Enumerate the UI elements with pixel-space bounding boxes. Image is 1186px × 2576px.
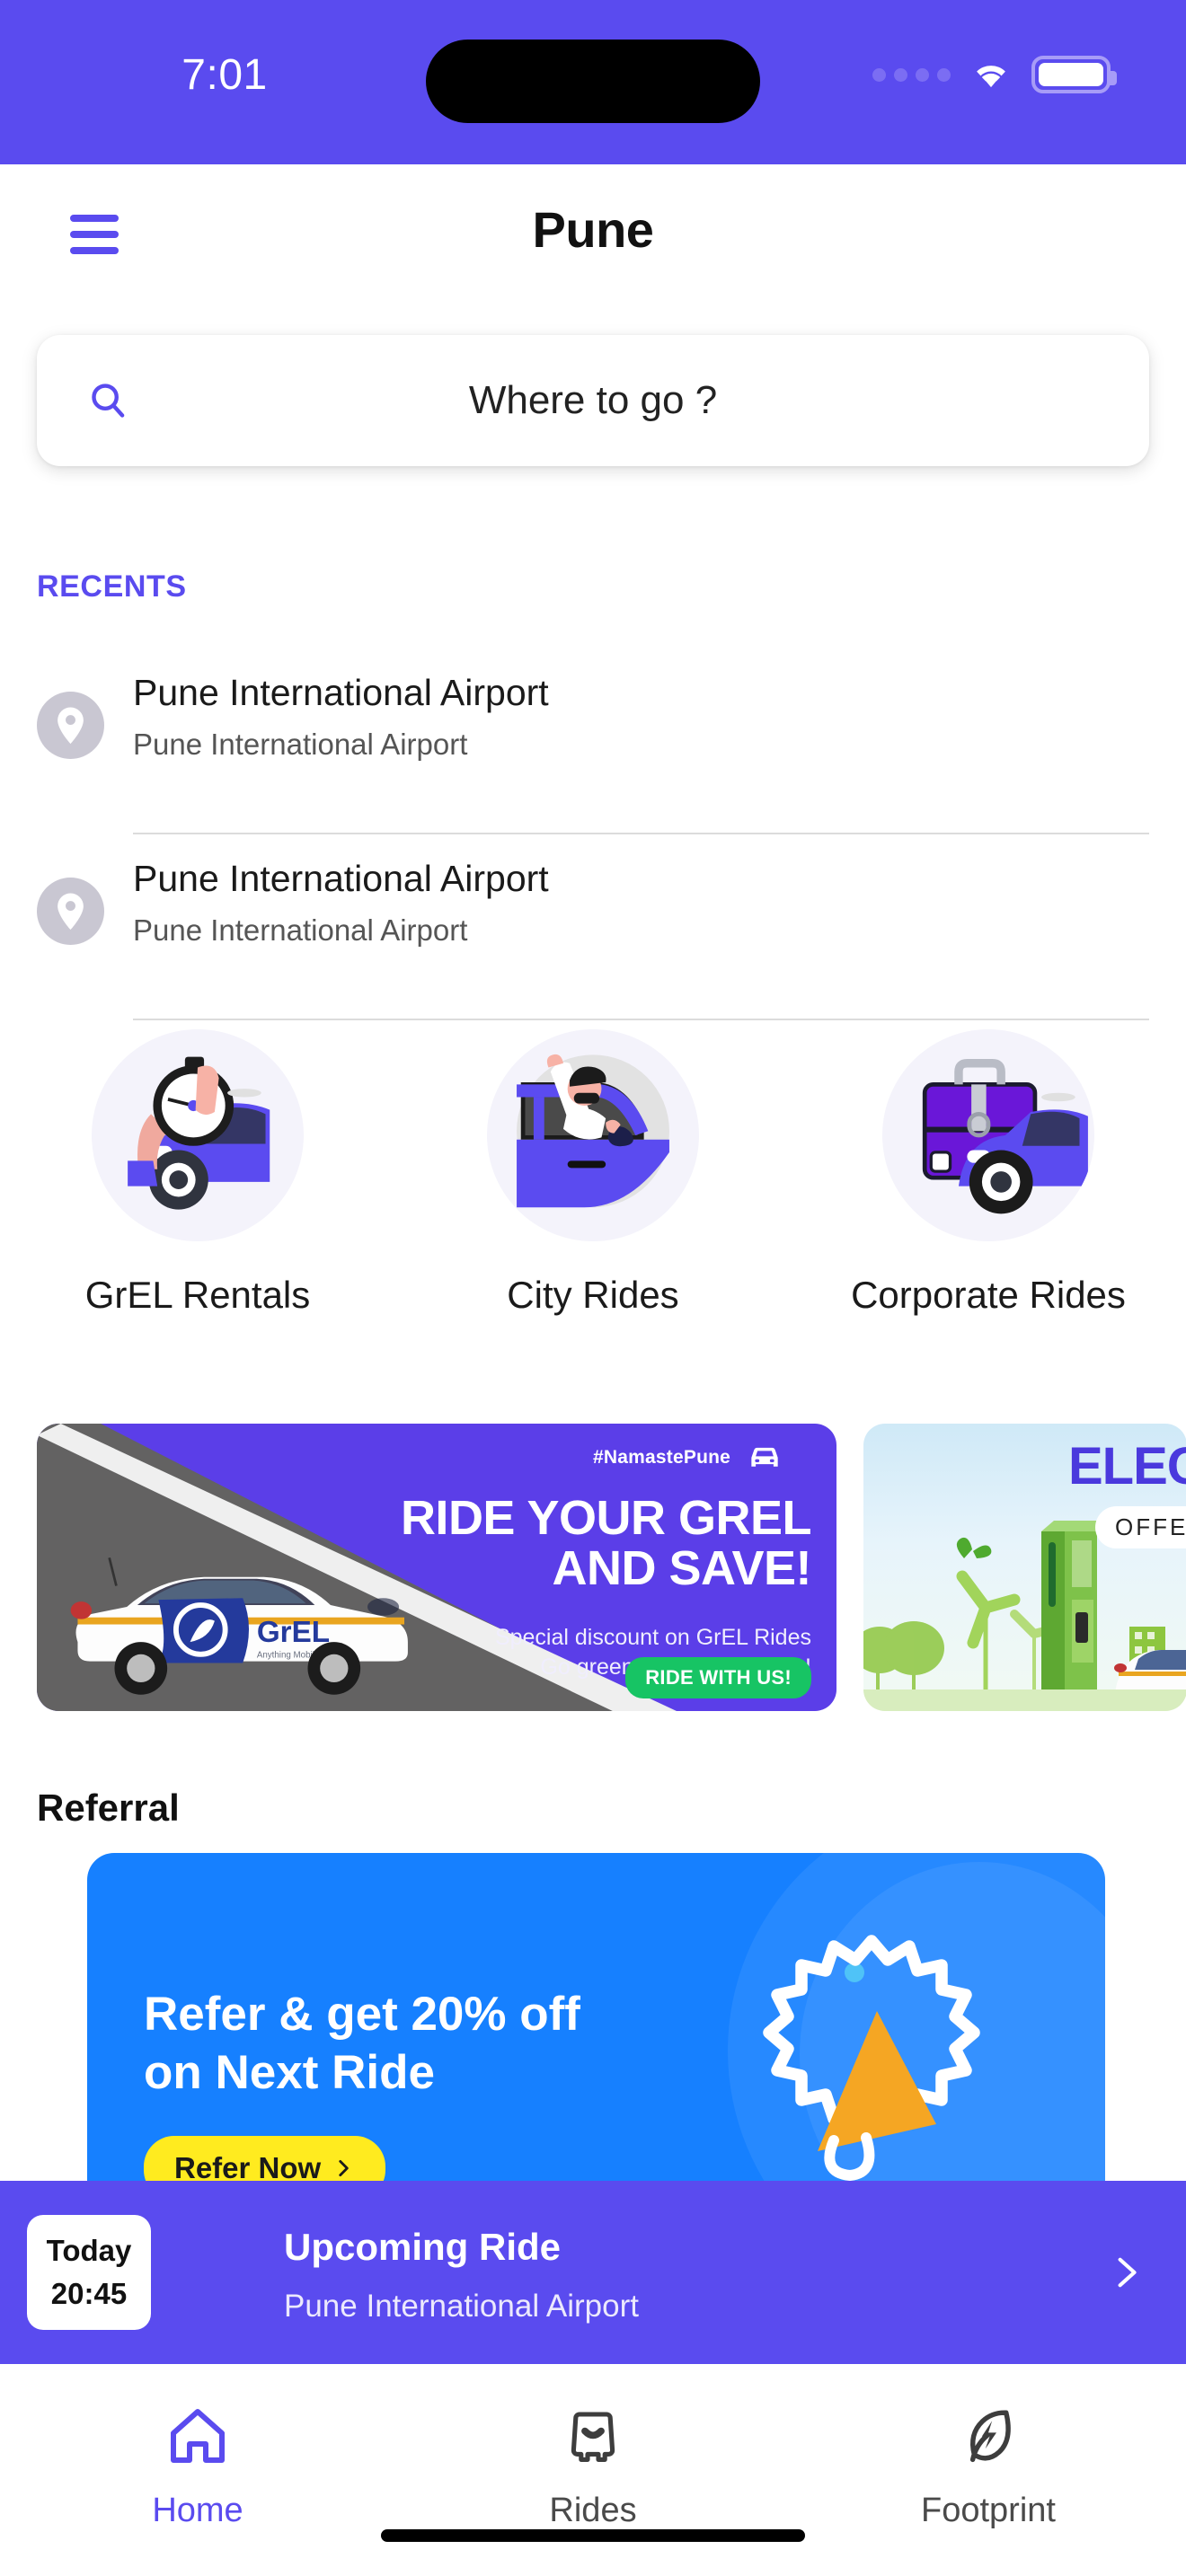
app-screen: 7:01 Pune Where to go ? RECENTS Pune Int… <box>0 0 1186 2576</box>
list-item-title: Pune International Airport <box>133 858 549 899</box>
upcoming-ride-date-badge: Today 20:45 <box>27 2215 151 2330</box>
promo-banner-carousel[interactable]: #NamastePune RIDE YOUR GREL AND SAVE! Sp… <box>37 1424 1186 1711</box>
dynamic-island <box>426 40 760 123</box>
wifi-icon <box>970 59 1012 90</box>
car-front-icon <box>561 2404 625 2468</box>
signal-dots-icon <box>872 67 951 82</box>
banner-offer-label: OFFER <box>1095 1506 1186 1548</box>
referral-section-label: Referral <box>37 1786 180 1829</box>
battery-full-icon <box>1031 56 1117 93</box>
category-label: GrEL Rentals <box>84 1274 311 1316</box>
list-item-subtitle: Pune International Airport <box>133 913 468 947</box>
search-input[interactable]: Where to go ? <box>37 335 1149 466</box>
location-pin-icon <box>37 692 104 759</box>
status-bar-indicators <box>872 56 1117 93</box>
referral-headline-line2: on Next Ride <box>144 2045 435 2099</box>
recents-list: Pune International Airport Pune Internat… <box>0 648 1186 1020</box>
chevron-right-icon <box>339 2160 349 2176</box>
nav-label-rides: Rides <box>549 2492 637 2529</box>
stopwatch-car-icon <box>92 1029 304 1241</box>
home-indicator <box>381 2529 805 2542</box>
nav-item-home[interactable]: Home <box>0 2364 395 2576</box>
nav-label-footprint: Footprint <box>921 2492 1056 2529</box>
list-item-text: Pune International Airport Pune Internat… <box>133 666 549 762</box>
category-label: Corporate Rides <box>851 1274 1126 1316</box>
list-item[interactable]: Pune International Airport Pune Internat… <box>37 648 1149 834</box>
search-placeholder: Where to go ? <box>468 378 718 422</box>
promo-banner-electric[interactable]: ELEC OFFER <box>863 1424 1186 1711</box>
svg-text:GrEL: GrEL <box>257 1616 330 1649</box>
list-item-text: Pune International Airport Pune Internat… <box>133 852 549 948</box>
nav-item-rides[interactable]: Rides <box>395 2364 791 2576</box>
status-bar-time: 7:01 <box>181 51 268 99</box>
divider <box>133 1019 1149 1020</box>
status-bar: 7:01 <box>0 0 1186 164</box>
service-categories: GrEL Rentals City Rides Corporate Rides <box>0 1029 1186 1317</box>
bottom-navigation: Home Rides Footprint <box>0 2364 1186 2576</box>
nav-label-home: Home <box>152 2492 243 2529</box>
category-corporate-rides[interactable]: Corporate Rides <box>791 1029 1186 1317</box>
chevron-right-icon[interactable] <box>1109 2242 1143 2303</box>
upcoming-ride-bar[interactable]: Today 20:45 Upcoming Ride Pune Internati… <box>0 2181 1186 2364</box>
banner-hashtag: #NamastePune <box>593 1447 730 1468</box>
list-item-subtitle: Pune International Airport <box>133 727 468 761</box>
nav-item-footprint[interactable]: Footprint <box>791 2364 1186 2576</box>
search-icon <box>87 380 128 421</box>
referral-headline-line1: Refer & get 20% off <box>144 1988 580 2041</box>
page-title: Pune <box>532 201 654 258</box>
category-city-rides[interactable]: City Rides <box>395 1029 791 1317</box>
upcoming-ride-day: Today <box>46 2234 132 2267</box>
briefcase-car-icon <box>882 1029 1094 1241</box>
referral-headline: Refer & get 20% off on Next Ride <box>144 1986 665 2102</box>
referral-card[interactable]: Refer & get 20% off on Next Ride Refer N… <box>87 1853 1105 2212</box>
promo-banner-grel[interactable]: #NamastePune RIDE YOUR GREL AND SAVE! Sp… <box>37 1424 836 1711</box>
category-label: City Rides <box>507 1274 679 1316</box>
location-pin-icon <box>37 878 104 945</box>
leaf-bolt-icon <box>956 2404 1021 2468</box>
banner-title: ELEC <box>1068 1437 1186 1495</box>
upcoming-ride-time: 20:45 <box>50 2277 128 2310</box>
list-item[interactable]: Pune International Airport Pune Internat… <box>37 834 1149 1020</box>
list-item-title: Pune International Airport <box>133 672 549 713</box>
ride-with-us-button[interactable]: RIDE WITH US! <box>625 1657 811 1698</box>
grel-car-photo: GrEL Anything Mobility <box>57 1517 443 1697</box>
waving-passenger-car-icon <box>487 1029 699 1241</box>
upcoming-ride-title: Upcoming Ride <box>284 2226 562 2268</box>
app-header: Pune <box>0 164 1186 308</box>
upcoming-ride-destination: Pune International Airport <box>284 2289 639 2324</box>
car-front-icon <box>745 1436 784 1476</box>
megaphone-icon <box>737 1925 1006 2194</box>
home-icon <box>165 2404 230 2468</box>
category-grel-rentals[interactable]: GrEL Rentals <box>0 1029 395 1317</box>
recents-section-label: RECENTS <box>37 569 187 604</box>
